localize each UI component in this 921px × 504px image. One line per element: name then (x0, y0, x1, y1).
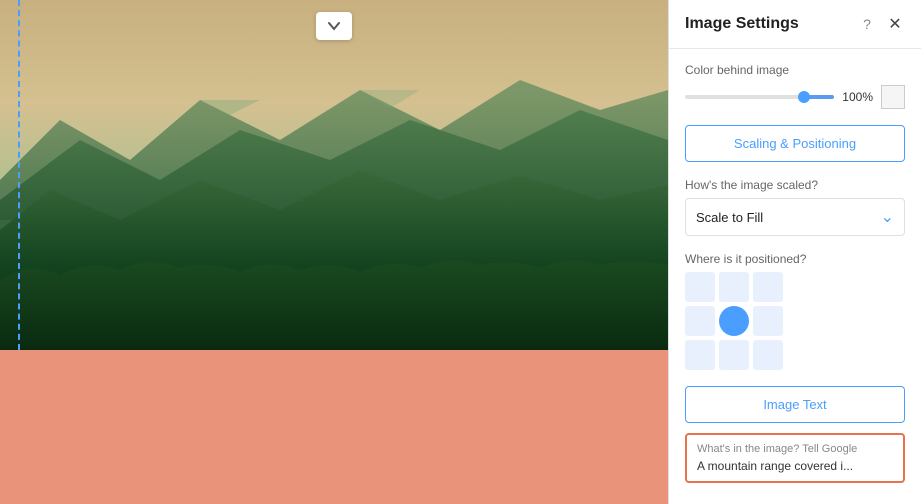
mountain-background (0, 0, 668, 350)
panel-title: Image Settings (685, 15, 857, 33)
canvas-area: Strip Strip Change Strip Background (0, 0, 668, 504)
position-grid (685, 272, 905, 370)
pos-mid-center[interactable] (719, 306, 749, 336)
alt-text-box[interactable]: What's in the image? Tell Google A mount… (685, 433, 905, 483)
opacity-slider[interactable] (685, 95, 834, 99)
scaling-value: Scale to Fill (696, 210, 763, 225)
panel-body: Color behind image 100% Scaling & Positi… (669, 49, 921, 504)
alt-text-value: A mountain range covered i... (697, 459, 893, 473)
slider-thumb (798, 91, 810, 103)
pos-mid-right[interactable] (753, 306, 783, 336)
pos-bot-center[interactable] (719, 340, 749, 370)
pos-top-left[interactable] (685, 272, 715, 302)
panel-help-button[interactable]: ? (857, 14, 877, 34)
mountain-svg (0, 0, 668, 350)
chevron-down-icon: ⌄ (881, 207, 894, 227)
panel-header: Image Settings ? ✕ (669, 0, 921, 49)
top-drag-handle[interactable] (316, 12, 352, 40)
scaling-label: How's the image scaled? (685, 178, 905, 192)
image-settings-panel: Image Settings ? ✕ Color behind image 10… (668, 0, 921, 504)
pos-mid-left[interactable] (685, 306, 715, 336)
image-text-tab[interactable]: Image Text (685, 386, 905, 423)
pos-bot-right[interactable] (753, 340, 783, 370)
scaling-tab[interactable]: Scaling & Positioning (685, 125, 905, 162)
color-section-label: Color behind image (685, 63, 905, 77)
drag-down-icon (326, 18, 342, 34)
alt-text-hint: What's in the image? Tell Google (697, 443, 893, 455)
position-label: Where is it positioned? (685, 252, 905, 266)
color-row: 100% (685, 85, 905, 109)
panel-close-button[interactable]: ✕ (885, 14, 905, 34)
opacity-value: 100% (842, 90, 873, 104)
color-swatch[interactable] (881, 85, 905, 109)
salmon-strip: Strip Strip Change Strip Background (0, 350, 668, 504)
pos-top-center[interactable] (719, 272, 749, 302)
dashed-border (18, 0, 20, 350)
scaling-dropdown[interactable]: Scale to Fill ⌄ (685, 198, 905, 236)
pos-bot-left[interactable] (685, 340, 715, 370)
pos-top-right[interactable] (753, 272, 783, 302)
